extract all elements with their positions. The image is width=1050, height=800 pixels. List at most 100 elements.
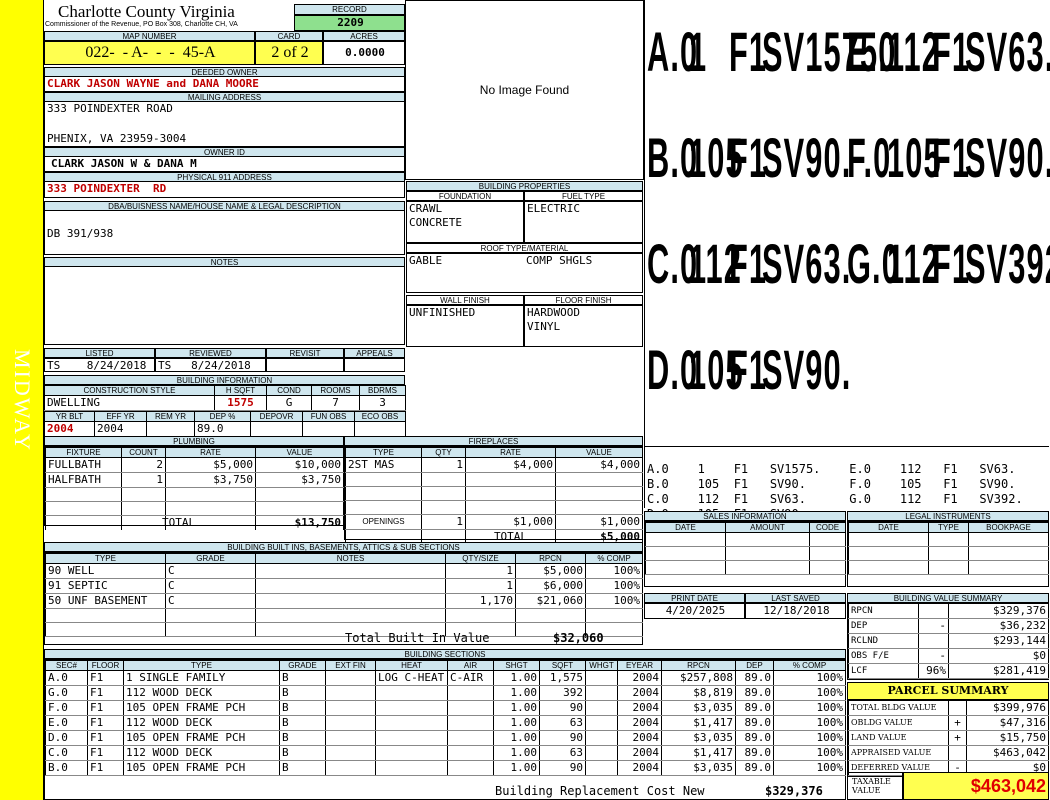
col-header: ROOMS <box>311 385 360 396</box>
parcel-row-cell: $47,316 <box>966 715 1049 731</box>
map-number-header: MAP NUMBER <box>44 31 255 41</box>
mailing-address-header: MAILING ADDRESS <box>44 92 405 102</box>
effective-year: 2004 <box>94 421 147 437</box>
legal-table-box: DATE TYPE BOOKPAGE <box>847 521 1049 587</box>
fireplace-row-cell <box>465 472 556 487</box>
fireplace-row-cell <box>345 472 422 487</box>
section-row-cell <box>585 760 618 776</box>
fireplace-row-cell <box>421 500 466 515</box>
section-row-cell <box>447 715 494 731</box>
building-sections-table: SEC# FLOOR TYPE GRADE EXT FIN HEAT AIR SHGT SQFT… <box>45 660 846 776</box>
parcel-row-cell: OBLDG VALUE <box>848 715 949 731</box>
acres-header: ACRES <box>323 31 405 41</box>
col-header: REM YR <box>146 411 195 422</box>
section-row-cell: 2004 <box>617 760 662 776</box>
builtins-row-cell: 1,170 <box>445 593 516 609</box>
builtins-table: TYPE GRADE NOTES QTY/SIZE RPCN% COMP 90 WELL C… <box>45 553 643 637</box>
deeded-owner-header: DEEDED OWNER <box>44 67 405 77</box>
section-row-cell <box>325 730 376 746</box>
section-row-cell: 100% <box>773 730 846 746</box>
revisit-value <box>266 358 344 372</box>
condition: G <box>266 395 312 411</box>
section-row-cell: 2004 <box>617 715 662 731</box>
construction-style: DWELLING <box>44 395 215 411</box>
plumbing-row-cell <box>121 487 166 502</box>
section-row-cell: E.0 <box>45 715 88 731</box>
reviewed-value: TS 8/24/2018 <box>155 358 266 372</box>
plumbing-header-row-cell: FIXTURE <box>45 447 122 458</box>
builtins-row-cell <box>445 608 516 623</box>
fireplace-header-row: TYPE QTY RATE VALUE <box>345 447 643 458</box>
last-saved-value: 12/18/2018 <box>745 603 846 619</box>
dep-override <box>250 421 303 437</box>
section-row-cell: 63 <box>539 715 586 731</box>
plumbing-header-row-cell: VALUE <box>255 447 344 458</box>
section-row-cell: B <box>279 700 326 716</box>
fireplaces-table-box: TYPE QTY RATE VALUE 2ST MAS 1 $4,000 $4,000 OPEN… <box>344 446 643 544</box>
section-row: F.0 F1 105 OPEN FRAME PCH B 1.00 90 2004 $3,035… <box>45 700 846 716</box>
section-row-cell: 1.00 <box>493 670 540 686</box>
value-summary-row-cell: OBS F/E <box>848 648 919 664</box>
builtins-row-cell <box>255 593 446 609</box>
fireplace-header-row-cell: VALUE <box>555 447 643 458</box>
section-row-cell <box>375 685 448 701</box>
roof-material-value: COMP SHGLS <box>524 253 643 293</box>
builtins-row-cell: $21,060 <box>515 593 586 609</box>
legal-table: DATE TYPE BOOKPAGE <box>848 522 1049 575</box>
listed-header: LISTED <box>44 348 155 358</box>
section-row-cell: 2004 <box>617 670 662 686</box>
section-row-cell: F1 <box>87 670 124 686</box>
section-row-cell: C.0 <box>45 745 88 761</box>
plumbing-row: HALFBATH 1 $3,750 $3,750 <box>45 472 344 488</box>
section-row-cell <box>325 685 376 701</box>
mailing-line1: 333 POINDEXTER ROAD <box>47 102 173 115</box>
plumbing-header-row-cell: COUNT <box>121 447 166 458</box>
foundation-2: CONCRETE <box>409 216 462 229</box>
value-summary-row: RCLND $293,144 <box>848 633 1049 649</box>
section-row-cell: F1 <box>87 715 124 731</box>
depreciation-pct: 89.0 <box>194 421 251 437</box>
value-summary-header: BUILDING VALUE SUMMARY <box>847 593 1049 603</box>
sketch-label: SV63. <box>965 20 1050 83</box>
fireplace-row <box>345 500 643 515</box>
fireplace-row-cell <box>555 486 643 501</box>
plumbing-header: PLUMBING <box>44 436 344 446</box>
sketch-label: F.0 <box>847 126 892 189</box>
building-properties-header: BUILDING PROPERTIES <box>406 181 643 191</box>
notes-header: NOTES <box>44 257 405 267</box>
plumbing-total-row: TOTAL $13,750 <box>45 515 344 530</box>
section-row-cell <box>375 730 448 746</box>
section-row-cell <box>585 745 618 761</box>
builtins-row: 90 WELL C 1 $5,000 100% <box>45 563 643 579</box>
section-row-cell: 89.0 <box>735 745 774 761</box>
sketch-label: SV392. <box>965 232 1050 295</box>
section-row-cell: 1 SINGLE FAMILY <box>123 670 280 686</box>
col-header: FUN OBS <box>302 411 355 422</box>
record-value: 2209 <box>294 15 405 31</box>
col-header: TYPE <box>928 522 969 533</box>
section-row-cell <box>585 730 618 746</box>
wall-header: WALL FINISH <box>406 295 524 305</box>
section-row-cell: 2004 <box>617 685 662 701</box>
floor-value: HARDWOOD VINYL <box>524 305 643 347</box>
plumbing-total-row-cell <box>45 515 122 530</box>
owner-id-value: CLARK JASON W & DANA M <box>44 157 405 172</box>
section-row-cell: F1 <box>87 745 124 761</box>
parcel-row-cell <box>948 745 967 761</box>
sketch-area: A.0 1 F1 SV1575. E.0 112 F1 SV63. B.0 105 F1 SV90. F… <box>644 0 1050 508</box>
section-row-cell: F1 <box>87 700 124 716</box>
section-row-cell <box>447 730 494 746</box>
sketch-legend: A.0 1 F1 SV1575. E.0 112 F1 SV63. B.0 105… <box>645 446 1049 521</box>
plumbing-total-row-cell: $13,750 <box>255 515 344 530</box>
legal-row <box>848 532 1049 547</box>
economic-obs <box>354 421 406 437</box>
county-address: Commissioner of the Revenue, PO Box 308,… <box>45 21 238 28</box>
fireplace-header-row-cell: QTY <box>421 447 466 458</box>
reviewed-header: REVIEWED <box>155 348 266 358</box>
parcel-row-cell: APPRAISED VALUE <box>848 745 949 761</box>
sections-header-row-cell: EXT FIN <box>325 660 376 671</box>
rooms: 7 <box>311 395 360 411</box>
owner-id-header: OWNER ID <box>44 147 405 157</box>
builtins-table-box: TYPE GRADE NOTES QTY/SIZE RPCN% COMP 90 WELL C… <box>44 552 643 645</box>
builtins-header-row-cell: GRADE <box>165 553 256 564</box>
